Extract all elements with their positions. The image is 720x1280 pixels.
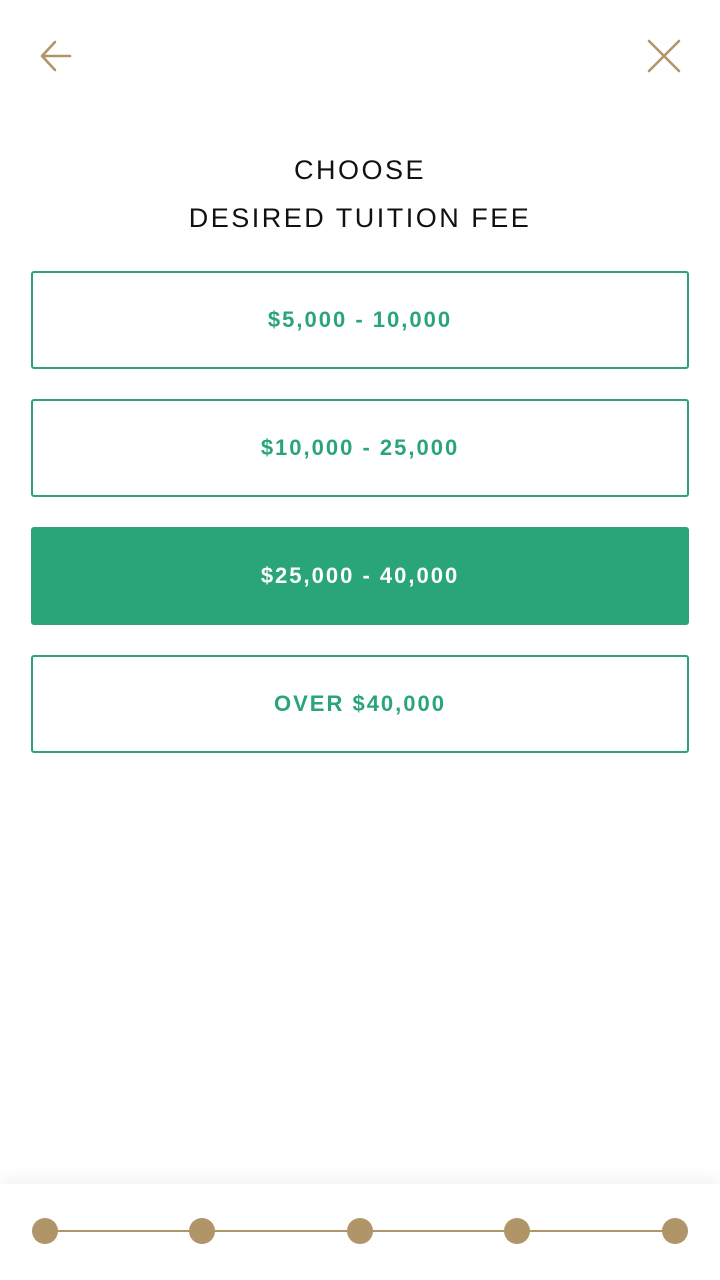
close-button[interactable] — [640, 32, 688, 80]
progress-step-5[interactable] — [662, 1218, 688, 1244]
option-25000-40000[interactable]: $25,000 - 40,000 — [31, 527, 689, 625]
tuition-options: $5,000 - 10,000 $10,000 - 25,000 $25,000… — [31, 271, 689, 783]
option-5000-10000[interactable]: $5,000 - 10,000 — [31, 271, 689, 369]
option-label: $25,000 - 40,000 — [260, 563, 460, 588]
progress-indicator — [0, 1184, 720, 1280]
progress-step-4[interactable] — [504, 1218, 530, 1244]
top-bar — [0, 0, 720, 112]
page-title: CHOOSE DESIRED TUITION FEE — [0, 146, 720, 242]
progress-step-2[interactable] — [189, 1218, 215, 1244]
option-label: $5,000 - 10,000 — [267, 307, 453, 332]
title-line-1: CHOOSE — [293, 155, 427, 185]
close-icon — [647, 39, 681, 73]
option-label: $10,000 - 25,000 — [260, 435, 460, 460]
option-10000-25000[interactable]: $10,000 - 25,000 — [31, 399, 689, 497]
progress-step-3[interactable] — [347, 1218, 373, 1244]
option-label: OVER $40,000 — [274, 691, 446, 716]
back-button[interactable] — [32, 32, 80, 80]
title-line-2: DESIRED TUITION FEE — [188, 203, 532, 233]
arrow-left-icon — [40, 40, 72, 72]
option-over-40000[interactable]: OVER $40,000 — [31, 655, 689, 753]
progress-step-1[interactable] — [32, 1218, 58, 1244]
